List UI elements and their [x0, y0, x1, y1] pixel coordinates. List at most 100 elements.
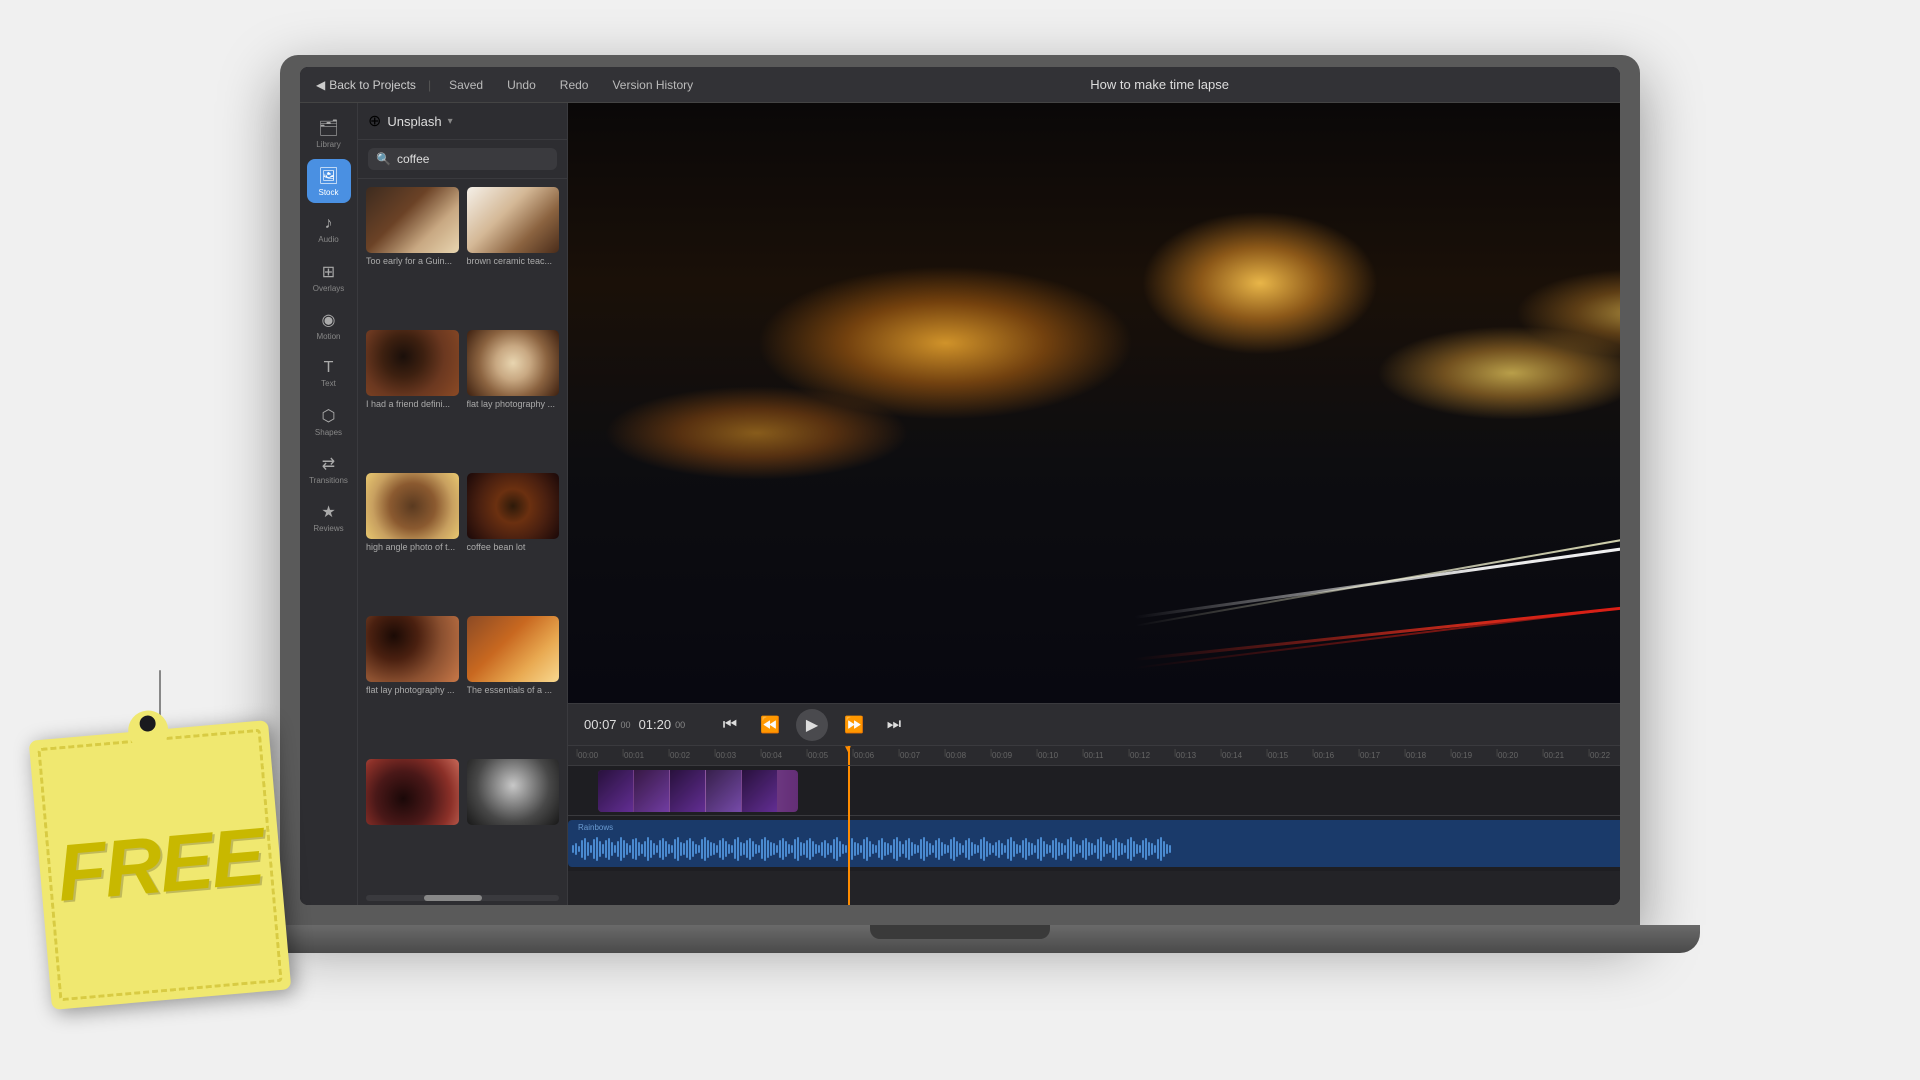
saved-btn[interactable]: Saved — [443, 76, 489, 94]
audio-clip[interactable]: Rainbows — [568, 820, 1620, 867]
sidebar-item-transitions[interactable]: ⇄ Transitions — [307, 447, 351, 491]
waveform-bar — [677, 837, 679, 861]
waveform-bar — [1019, 845, 1021, 853]
separator: | — [428, 78, 431, 92]
waveform-bar — [848, 840, 850, 858]
ruler-mark: 00:19 — [1450, 751, 1496, 760]
waveform-bar — [974, 844, 976, 854]
waveform-bar — [1169, 845, 1171, 853]
ruler-mark: 00:13 — [1174, 751, 1220, 760]
waveform-bar — [851, 838, 853, 860]
waveform-bar — [578, 846, 580, 852]
waveform-bar — [1163, 841, 1165, 857]
waveform-bar — [923, 837, 925, 861]
stock-item[interactable]: Too early for a Guin... — [366, 187, 459, 322]
stock-item-title: flat lay photography ... — [467, 399, 560, 410]
sidebar-item-stock[interactable]: 🖼 Stock — [307, 159, 351, 203]
waveform-bar — [896, 837, 898, 861]
rewind-button[interactable]: ⏪ — [756, 711, 784, 739]
waveform-bar — [731, 845, 733, 853]
waveform-bar — [893, 839, 895, 859]
waveform-bar — [728, 844, 730, 854]
waveform-bar — [1115, 838, 1117, 860]
stock-thumbnail — [467, 330, 560, 396]
sidebar-item-text[interactable]: T Text — [307, 351, 351, 395]
ruler-mark: 00:03 — [714, 751, 760, 760]
sidebar-item-reviews[interactable]: ★ Reviews — [307, 495, 351, 539]
trail-white-2 — [1134, 512, 1620, 628]
sidebar-item-shapes[interactable]: ⬡ Shapes — [307, 399, 351, 443]
scroll-bar[interactable] — [366, 895, 559, 901]
waveform-bar — [1151, 843, 1153, 855]
sidebar-item-motion[interactable]: ◉ Motion — [307, 303, 351, 347]
stock-item[interactable] — [366, 759, 459, 883]
waveform-bar — [866, 837, 868, 861]
waveform-bar — [596, 837, 598, 861]
waveform-bar — [1097, 839, 1099, 859]
search-box: 🔍 — [358, 140, 567, 179]
stock-thumbnail — [366, 616, 459, 682]
back-to-projects-btn[interactable]: ◀ Back to Projects — [316, 78, 416, 92]
waveform-bar — [1094, 845, 1096, 853]
waveform-bar — [860, 845, 862, 853]
waveform-bar — [632, 839, 634, 859]
current-frames: 00 — [621, 720, 631, 730]
search-icon: 🔍 — [376, 152, 391, 166]
waveform-bar — [788, 844, 790, 854]
waveform-bar — [1070, 837, 1072, 861]
waveform-bar — [713, 843, 715, 855]
waveform-bar — [1028, 842, 1030, 856]
redo-btn[interactable]: Redo — [554, 76, 595, 94]
waveform-bar — [617, 841, 619, 857]
trail-white-1 — [1134, 520, 1620, 619]
stock-item[interactable]: coffee bean lot — [467, 473, 560, 608]
sidebar-item-overlays[interactable]: ⊞ Overlays — [307, 255, 351, 299]
waveform-bar — [908, 838, 910, 860]
stock-item[interactable]: brown ceramic teac... — [467, 187, 560, 322]
audio-waveform: Rainbows — [568, 820, 1620, 867]
waveform-bar — [1076, 844, 1078, 854]
version-history-btn[interactable]: Version History — [606, 76, 699, 94]
waveform-bar — [863, 839, 865, 859]
waveform-bar — [635, 838, 637, 860]
time-display: 00:0700 01:2000 — [584, 717, 704, 732]
audio-track: Rainbows — [568, 816, 1620, 871]
stock-item[interactable]: high angle photo of t... — [366, 473, 459, 608]
waveform-bar — [707, 840, 709, 858]
screen-content: ◀ Back to Projects | Saved Undo Redo Ver… — [300, 67, 1620, 905]
waveform-bar — [1049, 845, 1051, 853]
stock-item[interactable]: I had a friend defini... — [366, 330, 459, 465]
ruler-mark: 00:08 — [944, 751, 990, 760]
stock-item[interactable] — [467, 759, 560, 883]
waveform-bar — [737, 837, 739, 861]
stock-item[interactable]: The essentials of a ... — [467, 616, 560, 751]
skip-start-button[interactable]: ⏮ — [716, 711, 744, 739]
laptop-base-notch — [870, 925, 1050, 939]
audio-label-1: Rainbows — [578, 823, 613, 832]
sidebar-item-audio[interactable]: ♪ Audio — [307, 207, 351, 251]
video-clip-1[interactable] — [598, 770, 798, 812]
waveform-bar — [986, 841, 988, 857]
stock-item[interactable]: flat lay photography ... — [467, 330, 560, 465]
total-frames: 00 — [675, 720, 685, 730]
waveform-bar — [1139, 845, 1141, 853]
waveform-bar — [1079, 845, 1081, 853]
stock-item[interactable]: flat lay photography ... — [366, 616, 459, 751]
waveform-bar — [968, 838, 970, 860]
skip-end-button[interactable]: ⏭ — [880, 711, 908, 739]
waveform-bar — [683, 843, 685, 855]
waveform-bar — [782, 838, 784, 860]
undo-btn[interactable]: Undo — [501, 76, 542, 94]
motion-icon: ◉ — [322, 310, 336, 330]
stock-thumbnail — [467, 473, 560, 539]
play-button[interactable]: ▶ — [796, 709, 828, 741]
sidebar-item-library[interactable]: 🗂 Library — [307, 111, 351, 155]
search-input[interactable] — [397, 152, 549, 166]
waveform-bar — [1091, 843, 1093, 855]
waveform-bar — [830, 845, 832, 853]
waveform-bar — [962, 845, 964, 853]
waveform-bar — [1010, 837, 1012, 861]
stock-source-selector[interactable]: ⊕ Unsplash ▾ — [358, 103, 567, 140]
waveform-bar — [719, 840, 721, 858]
fast-forward-button[interactable]: ⏩ — [840, 711, 868, 739]
